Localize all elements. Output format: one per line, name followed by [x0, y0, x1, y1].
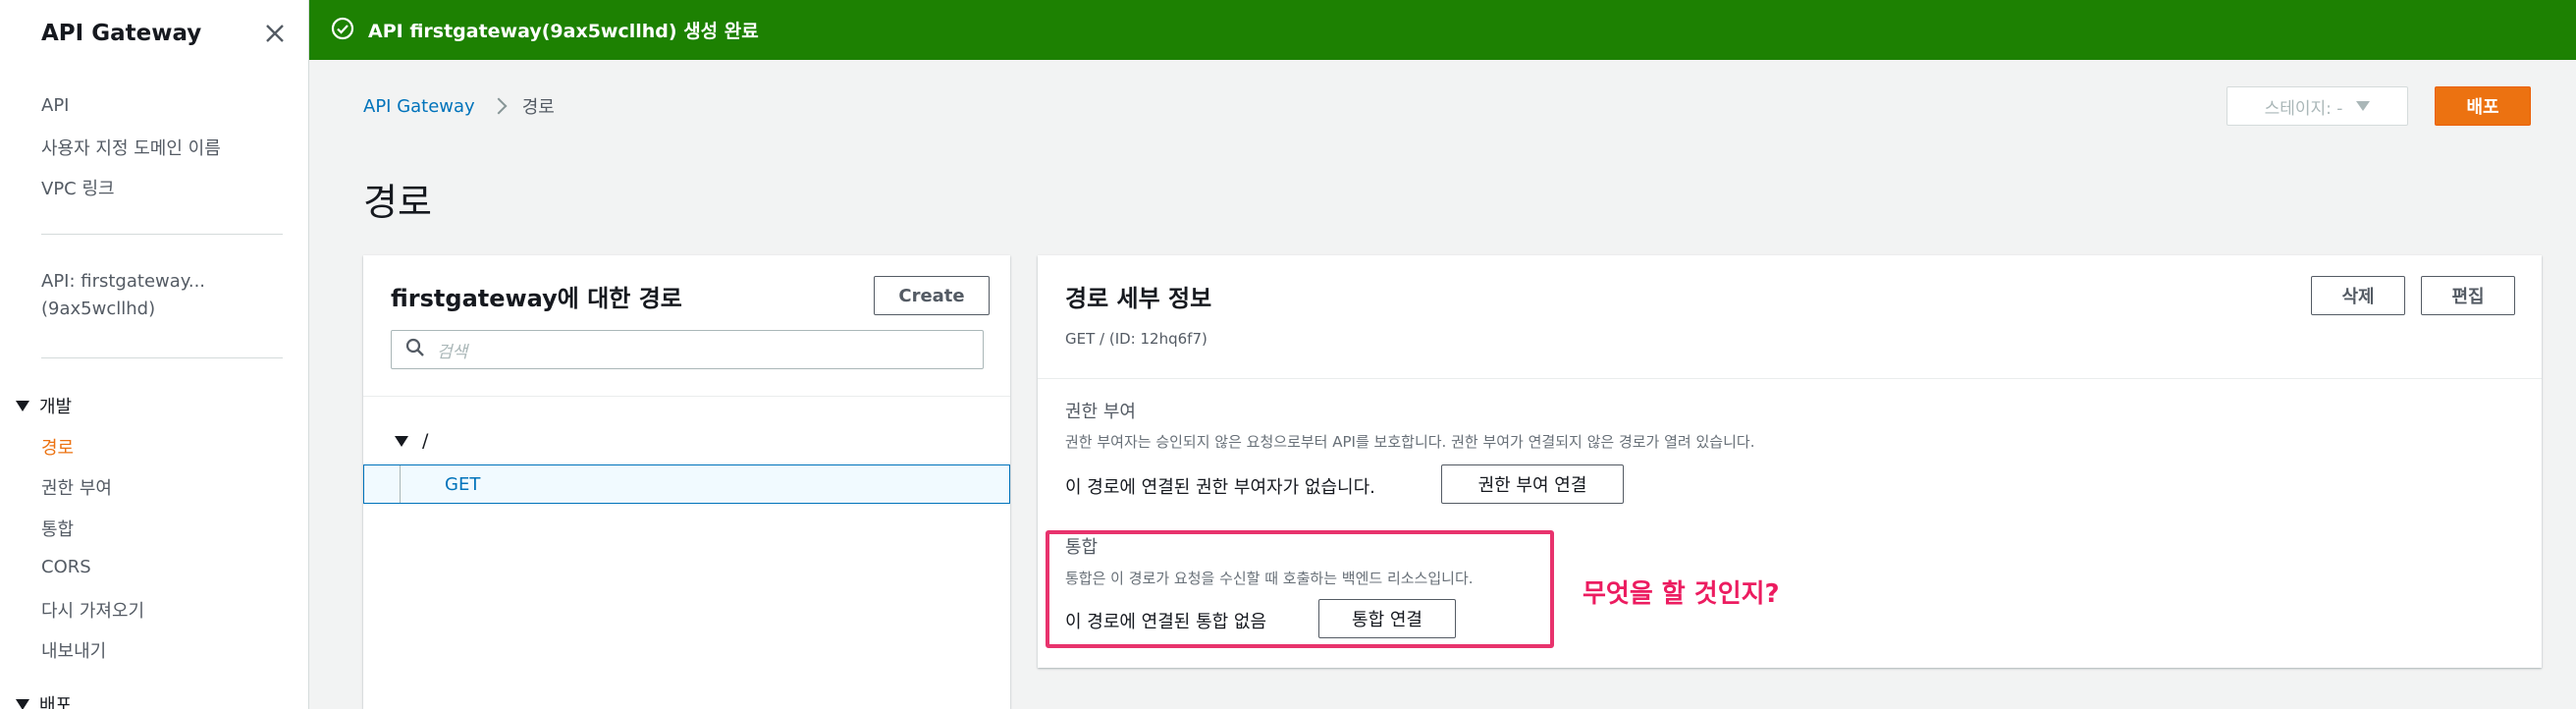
caret-down-icon	[395, 435, 408, 447]
authorization-label: 권한 부여	[1065, 402, 1136, 422]
route-tree-root[interactable]: /	[395, 430, 428, 452]
chevron-right-icon	[490, 97, 508, 115]
sidebar-item-api[interactable]: API	[41, 95, 69, 116]
route-method-label: GET	[445, 473, 481, 495]
annotation-text: 무엇을 할 것인지?	[1583, 579, 1780, 609]
sidebar-header: API Gateway	[41, 16, 287, 51]
search-icon	[405, 338, 425, 361]
route-details-divider	[1038, 378, 2542, 379]
edit-button[interactable]: 편집	[2421, 276, 2515, 315]
sidebar-section-dev[interactable]: 개발	[16, 393, 72, 418]
breadcrumb-root[interactable]: API Gateway	[363, 96, 475, 117]
route-root-path: /	[422, 430, 429, 452]
page-title: 경로	[363, 181, 432, 224]
close-icon[interactable]	[263, 22, 287, 45]
sidebar-api-name[interactable]: API: firstgateway...	[41, 271, 205, 292]
caret-down-icon	[16, 400, 29, 411]
success-banner: API firstgateway(9ax5wcllhd) 생성 완료	[309, 0, 2576, 60]
sidebar: API Gateway API 사용자 지정 도메인 이름 VPC 링크 API…	[0, 0, 309, 709]
authorization-status: 이 경로에 연결된 권한 부여자가 없습니다.	[1065, 477, 1375, 498]
sidebar-api-id[interactable]: (9ax5wcllhd)	[41, 299, 155, 319]
sidebar-item-vpc-link[interactable]: VPC 링크	[41, 175, 115, 200]
caret-down-icon	[16, 698, 29, 709]
sidebar-item-authorization[interactable]: 권한 부여	[41, 474, 112, 500]
attach-authorizer-button[interactable]: 권한 부여 연결	[1441, 464, 1624, 504]
sidebar-item-reimport[interactable]: 다시 가져오기	[41, 597, 144, 623]
sidebar-section-deploy[interactable]: 배포	[16, 691, 72, 709]
sidebar-title: API Gateway	[41, 21, 202, 46]
sidebar-section-label: 배포	[39, 695, 73, 709]
search-input[interactable]: 검색	[391, 330, 984, 369]
tree-guide-line	[400, 465, 401, 503]
stage-select[interactable]: 스테이지: -	[2227, 86, 2408, 126]
route-details-title: 경로 세부 정보	[1065, 285, 1212, 312]
sidebar-item-custom-domain[interactable]: 사용자 지정 도메인 이름	[41, 135, 221, 160]
routes-panel: firstgateway에 대한 경로 Create 검색 / GET	[363, 255, 1010, 709]
sidebar-item-routes[interactable]: 경로	[41, 434, 74, 460]
routes-panel-title: firstgateway에 대한 경로	[391, 285, 682, 312]
sidebar-item-export[interactable]: 내보내기	[41, 637, 106, 663]
route-id: GET / (ID: 12hq6f7)	[1065, 330, 1208, 348]
search-placeholder: 검색	[437, 342, 468, 362]
breadcrumb: API Gateway 경로	[363, 93, 555, 119]
route-method-get[interactable]: GET	[363, 464, 1010, 504]
caret-down-icon	[2356, 101, 2371, 111]
delete-button[interactable]: 삭제	[2311, 276, 2405, 315]
breadcrumb-current: 경로	[521, 97, 555, 118]
sidebar-item-integrations[interactable]: 통합	[41, 516, 74, 541]
routes-panel-divider	[363, 396, 1010, 397]
sidebar-section-label: 개발	[39, 397, 73, 417]
deploy-button[interactable]: 배포	[2435, 86, 2531, 126]
sidebar-item-cors[interactable]: CORS	[41, 557, 91, 577]
stage-select-label: 스테이지: -	[2264, 98, 2343, 119]
success-check-icon	[331, 17, 354, 44]
banner-message: API firstgateway(9ax5wcllhd) 생성 완료	[368, 21, 759, 42]
create-route-button[interactable]: Create	[874, 276, 990, 315]
sidebar-divider	[41, 234, 283, 235]
highlight-box	[1046, 530, 1554, 648]
authorization-description: 권한 부여자는 승인되지 않은 요청으로부터 API를 보호합니다. 권한 부여…	[1065, 433, 1755, 451]
sidebar-divider	[41, 357, 283, 358]
